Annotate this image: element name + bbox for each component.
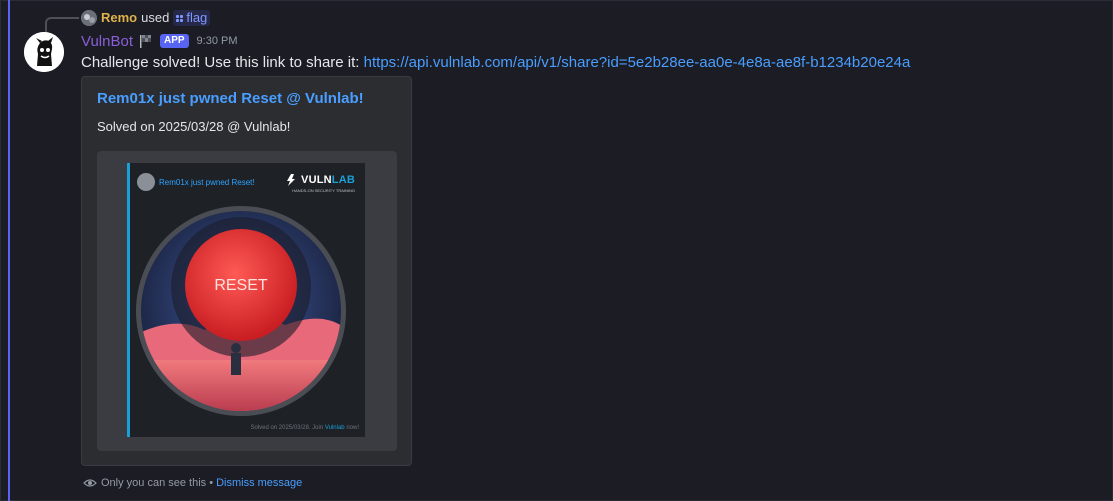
command-name: flag — [186, 10, 208, 25]
message-header: VulnBot APP 9:30 PM — [81, 32, 238, 50]
card-title: Rem01x just pwned Reset! — [159, 177, 255, 187]
embed-description: Solved on 2025/03/28 @ Vulnlab! — [97, 119, 291, 134]
card-footer: Solved on 2025/03/28. Join Vulnlab now! — [250, 425, 359, 431]
embed-title[interactable]: Rem01x just pwned Reset @ Vulnlab! — [97, 90, 364, 107]
logo-text: VULNLAB — [301, 174, 355, 186]
bot-avatar[interactable] — [24, 32, 64, 72]
logo-tagline: HANDS-ON SECURITY TRAINING — [292, 188, 355, 193]
slash-command-icon — [176, 14, 184, 22]
svg-text:RESET: RESET — [214, 277, 268, 294]
message-content: Challenge solved! Use this link to share… — [81, 54, 910, 72]
eye-icon — [83, 479, 97, 487]
card-user-avatar — [137, 173, 155, 191]
bot-username[interactable]: VulnBot — [81, 33, 133, 50]
highlight-bar — [8, 0, 10, 501]
share-link[interactable]: https://api.vulnlab.com/api/v1/share?id=… — [364, 54, 911, 71]
app-badge: APP — [159, 34, 189, 48]
flag-icon — [139, 35, 151, 48]
vulnlab-logo: VULNLAB — [284, 173, 355, 187]
reply-user-avatar[interactable] — [81, 10, 97, 26]
timestamp[interactable]: 9:30 PM — [197, 35, 238, 47]
embed-card: Rem01x just pwned Reset @ Vulnlab! Solve… — [81, 76, 412, 466]
visibility-text: Only you can see this • — [101, 477, 214, 489]
card-accent-bar — [127, 163, 130, 437]
command-chip[interactable]: flag — [173, 10, 211, 26]
reply-content: Remo used flag — [81, 10, 211, 26]
card-header: Rem01x just pwned Reset! — [137, 173, 255, 191]
message-text: Challenge solved! Use this link to share… — [81, 54, 360, 71]
embed-image[interactable]: Rem01x just pwned Reset! VULNLAB HANDS-O… — [97, 151, 397, 451]
share-card: Rem01x just pwned Reset! VULNLAB HANDS-O… — [127, 163, 365, 437]
dismiss-message-link[interactable]: Dismiss message — [216, 477, 302, 489]
ephemeral-note: Only you can see this • Dismiss message — [83, 476, 302, 490]
vulnlab-logo-icon — [287, 174, 296, 186]
reply-used-text: used — [141, 10, 170, 25]
reset-artwork: RESET — [136, 206, 346, 416]
reply-username[interactable]: Remo — [101, 10, 137, 26]
